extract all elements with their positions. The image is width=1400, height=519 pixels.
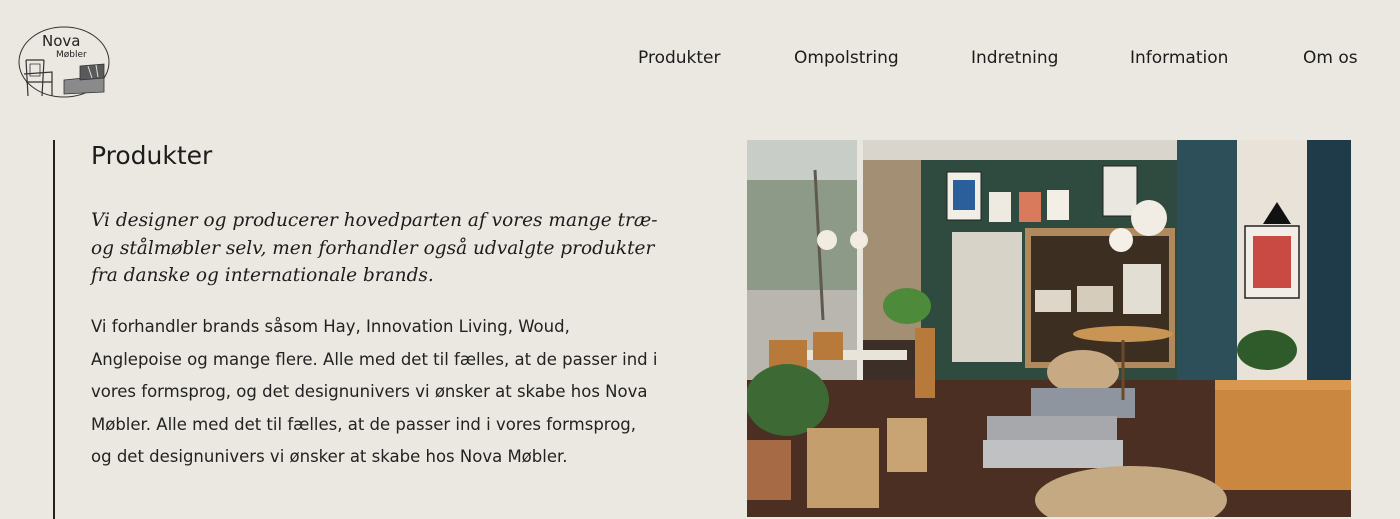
content-left-border (53, 140, 55, 519)
nav-item-indretning[interactable]: Indretning (971, 48, 1058, 68)
store-interior-photo (747, 140, 1351, 517)
page-title: Produkter (91, 141, 213, 170)
nav-item-ompolstring[interactable]: Ompolstring (794, 48, 899, 68)
nav-item-om-os[interactable]: Om os (1303, 48, 1358, 68)
body-paragraph: Vi forhandler brands såsom Hay, Innovati… (91, 317, 658, 467)
site-header: Nova Møbler Produkter Ompolstring Indret… (0, 0, 1400, 120)
logo-subname: Møbler (56, 50, 87, 60)
nav-item-produkter[interactable]: Produkter (638, 48, 721, 68)
nav-item-information[interactable]: Information (1130, 48, 1228, 68)
logo[interactable]: Nova Møbler (18, 26, 110, 100)
logo-name: Nova (42, 32, 81, 50)
lead-paragraph: Vi designer og producerer hovedparten af… (91, 210, 658, 286)
